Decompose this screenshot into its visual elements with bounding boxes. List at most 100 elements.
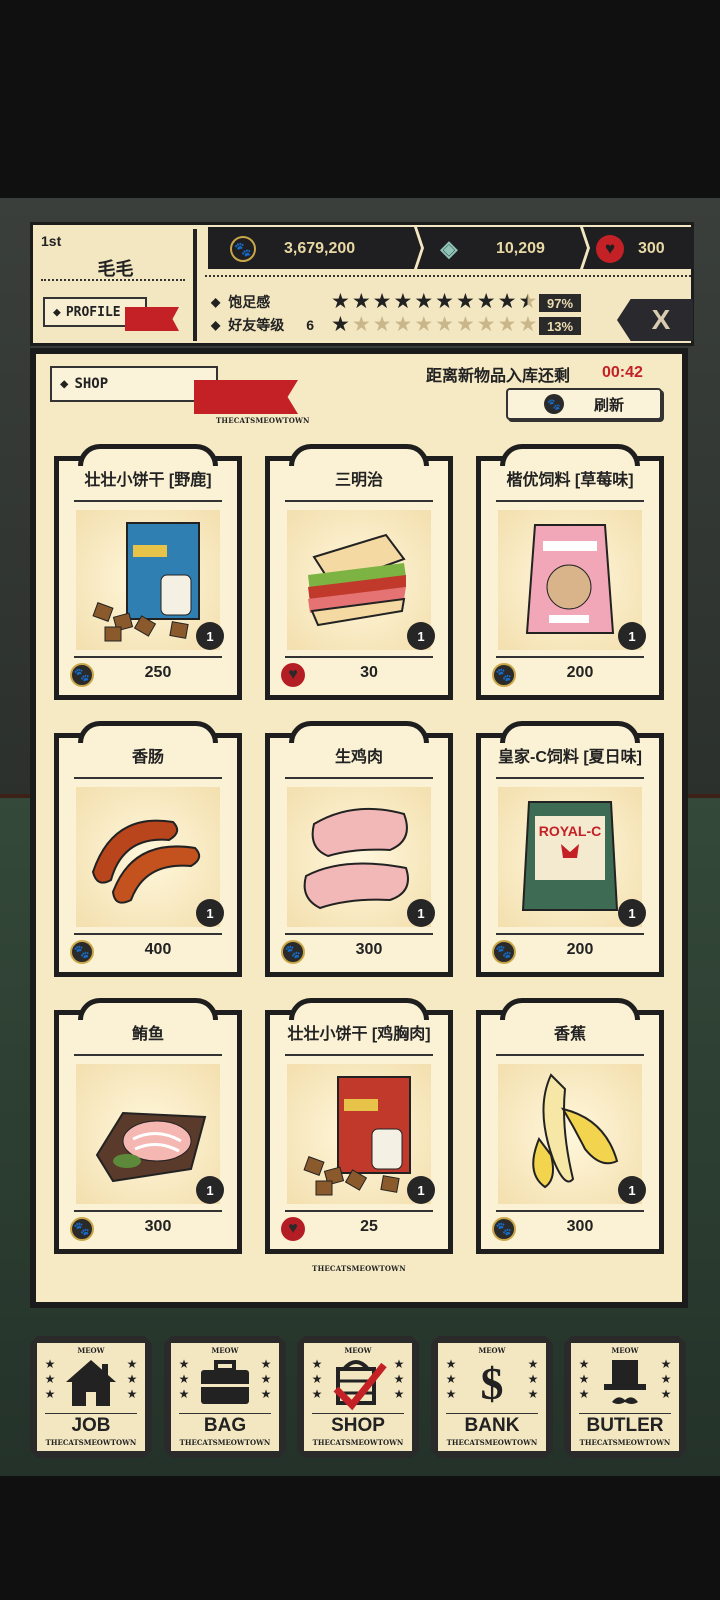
nav-bank-button[interactable]: MEOW ★ ★ ★ ★ ★ ★ $ BANK THECATSMEOWTOWN <box>431 1336 553 1458</box>
refresh-button[interactable]: 🐾 刷新 <box>506 388 662 420</box>
star-icon: ★ <box>372 313 392 336</box>
nav-bag-button[interactable]: MEOW ★ ★ ★ ★ ★ ★ BAG THECATSMEOWTOWN <box>164 1336 286 1458</box>
shop-item-card[interactable]: 鲔鱼 1 🐾 300 <box>54 998 242 1254</box>
star-icon: ★ <box>414 290 434 313</box>
item-quantity: 1 <box>196 1176 224 1204</box>
nav-brand: THECATSMEOWTOWN <box>179 1438 271 1447</box>
dollar-icon: $ <box>480 1357 504 1409</box>
coin-value: 3,679,200 <box>284 240 356 257</box>
shop-panel: ◆ SHOP THECATSMEOWTOWN 距离新物品入库还剩 00:42 🐾… <box>30 348 688 1308</box>
item-name: 皇家-C饲料 [夏日味] <box>498 749 642 766</box>
star-icon: ★ <box>393 313 413 336</box>
nav-tile: MEOW ★ ★ ★ ★ ★ ★ SHOP THECATSMEOWTOWN <box>304 1343 412 1451</box>
shop-item-card[interactable]: 三明治 1 ♥ 30 <box>265 444 453 700</box>
card-arch <box>78 721 218 743</box>
nav-meow-label: MEOW <box>478 1346 506 1355</box>
diamond-bullet-icon: ◆ <box>211 318 221 332</box>
shop-item-card[interactable]: 皇家-C饲料 [夏日味] ROYAL-C 1 🐾 200 <box>476 721 664 977</box>
shop-tab: ◆ SHOP <box>50 366 218 402</box>
nav-shop-button[interactable]: MEOW ★ ★ ★ ★ ★ ★ SHOP THECATSMEOWTOWN <box>297 1336 419 1458</box>
item-quantity: 1 <box>196 899 224 927</box>
nav-job-button[interactable]: MEOW ★ ★ ★ ★ ★ ★ JOB THECATSMEOWTOWN <box>30 1336 152 1458</box>
star-icon: ★ <box>497 290 517 313</box>
item-quantity: 1 <box>196 622 224 650</box>
heart-icon: ♥ <box>596 235 624 263</box>
item-price: 300 <box>566 1218 594 1235</box>
shop-item-card[interactable]: 楷优饲料 [草莓味] 1 🐾 200 <box>476 444 664 700</box>
star-icon: ★ <box>518 313 538 336</box>
nav-label: BANK <box>464 1415 520 1436</box>
nav-brand: THECATSMEOWTOWN <box>45 1438 137 1447</box>
player-name: 毛毛 <box>97 259 134 279</box>
card-arch <box>289 444 429 466</box>
briefcase-icon <box>195 1355 255 1411</box>
item-price: 250 <box>144 664 172 681</box>
top-hat-icon <box>595 1355 655 1411</box>
star-icon: ★ ★ ★ <box>660 1357 672 1401</box>
friendship-label: 好友等级 <box>228 317 285 333</box>
star-icon: ★ <box>455 313 475 336</box>
heart-balance: ♥ 300 <box>596 233 665 265</box>
paw-coin-icon: 🐾 <box>492 1217 516 1241</box>
star-icon: ★ <box>351 313 371 336</box>
divider <box>74 656 222 658</box>
star-icon: ★ ★ ★ <box>311 1357 323 1401</box>
divider <box>285 933 433 935</box>
item-quantity: 1 <box>618 899 646 927</box>
star-icon: ★ <box>476 313 496 336</box>
panel-brand: THECATSMEOWTOWN <box>312 1264 406 1273</box>
star-icon: ★ <box>435 290 454 313</box>
divider <box>579 1413 671 1414</box>
divider <box>45 1413 137 1414</box>
heart-value: 300 <box>638 240 665 257</box>
star-icon: ★ ★ ★ <box>393 1357 405 1401</box>
restock-timer: 00:42 <box>602 364 643 381</box>
shop-item-card[interactable]: 壮壮小饼干 [野鹿] 1 🐾 250 <box>54 444 242 700</box>
currency-bar: 🐾 3,679,200 ◈ 10,209 ♥ 300 <box>208 227 694 269</box>
divider <box>285 1210 433 1212</box>
shop-tab-label: SHOP <box>74 376 109 392</box>
diamond-bullet-icon: ◆ <box>60 376 69 392</box>
shop-item-card[interactable]: 香肠 1 🐾 400 <box>54 721 242 977</box>
shop-item-card[interactable]: 壮壮小饼干 [鸡胸肉] 1 ♥ 25 <box>265 998 453 1254</box>
divider <box>74 933 222 935</box>
paw-coin-icon: 🐾 <box>230 236 256 262</box>
item-price: 30 <box>360 664 378 681</box>
card-arch <box>500 998 640 1020</box>
gem-value: 10,209 <box>496 240 545 257</box>
star-icon: ★ ★ ★ <box>178 1357 190 1401</box>
close-button[interactable]: X <box>617 299 693 341</box>
divider <box>41 279 185 281</box>
house-icon <box>61 1355 121 1411</box>
friendship-row: ◆ 好友等级 6 <box>211 314 314 336</box>
divider <box>496 933 644 935</box>
gem-balance: ◈ 10,209 <box>436 233 545 265</box>
friendship-level: 6 <box>306 317 315 333</box>
item-quantity: 1 <box>618 1176 646 1204</box>
paw-coin-icon: 🐾 <box>281 940 305 964</box>
shop-item-card[interactable]: 香蕉 1 🐾 300 <box>476 998 664 1254</box>
star-icon: ★ <box>435 313 454 336</box>
item-name: 三明治 <box>334 472 383 489</box>
item-price: 300 <box>144 1218 172 1235</box>
nav-butler-button[interactable]: MEOW ★ ★ ★ ★ ★ ★ BUTLER THECATSMEOWTOWN <box>564 1336 686 1458</box>
shop-item-card[interactable]: 生鸡肉 1 🐾 300 <box>265 721 453 977</box>
item-name: 壮壮小饼干 [野鹿] <box>84 472 212 489</box>
star-icon: ★ <box>372 290 392 313</box>
nav-meow-label: MEOW <box>344 1346 372 1355</box>
diamond-bullet-icon: ◆ <box>211 295 221 309</box>
nav-brand: THECATSMEOWTOWN <box>312 1438 404 1447</box>
divider <box>285 500 433 502</box>
item-price: 200 <box>566 664 594 681</box>
card-arch <box>289 721 429 743</box>
paw-coin-icon: 🐾 <box>492 940 516 964</box>
divider <box>496 1210 644 1212</box>
item-quantity: 1 <box>618 622 646 650</box>
friendship-percent: 13% <box>539 317 581 335</box>
friendship-stars: ★ ★ ★ ★ ★ ★ ★ ★ ★ ★ <box>331 314 537 336</box>
star-icon: ★ ★ ★ <box>126 1357 138 1401</box>
divider <box>193 229 197 341</box>
card-arch <box>289 998 429 1020</box>
divider <box>446 1413 538 1414</box>
refresh-label: 刷新 <box>593 396 624 414</box>
